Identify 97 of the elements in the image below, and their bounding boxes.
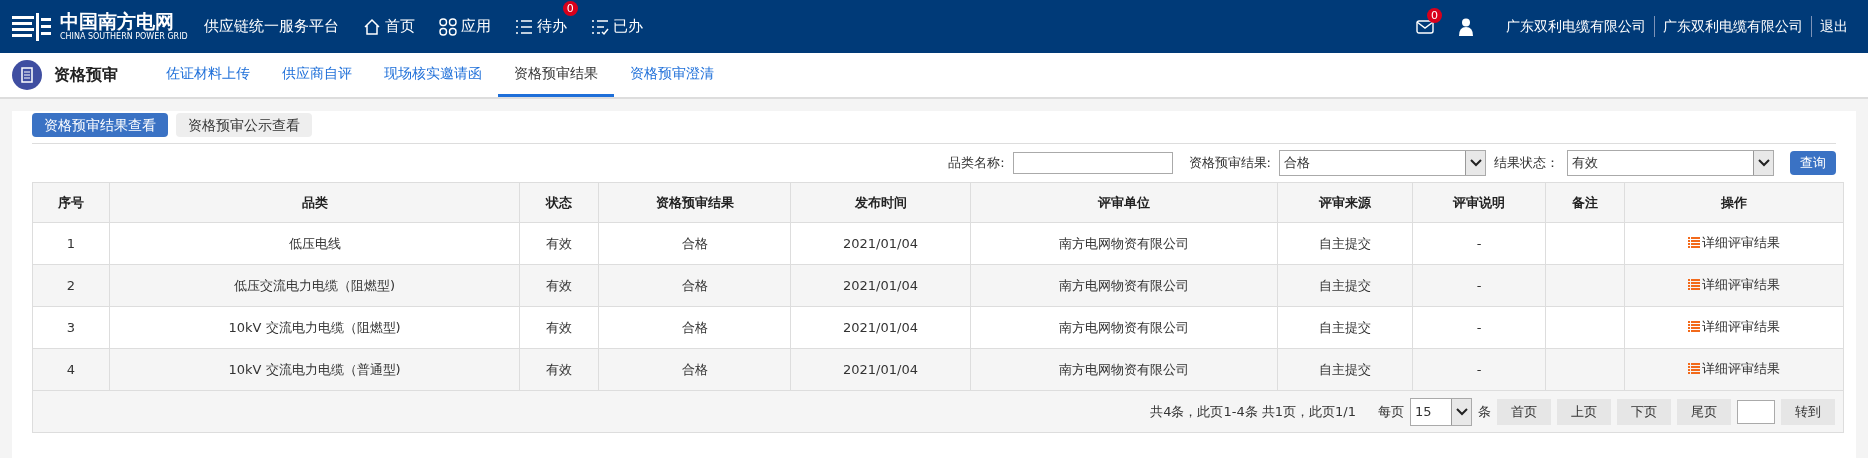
column-header: 评审单位: [970, 182, 1278, 223]
table-cell: 有效: [519, 348, 599, 391]
view-button[interactable]: 资格预审公示查看: [176, 113, 312, 137]
pager-summary: 共4条，此页1-4条 共1页，此页1/1: [1150, 402, 1356, 421]
table-cell: 南方电网物资有限公司: [970, 348, 1278, 391]
detail-link[interactable]: 详细评审结果: [1688, 317, 1780, 337]
document-icon: [12, 60, 42, 90]
list-icon: [1688, 237, 1700, 249]
result-select[interactable]: 合格: [1279, 150, 1486, 176]
table-cell: 2021/01/04: [790, 264, 971, 307]
table-cell: 有效: [519, 264, 599, 307]
nav-link[interactable]: 应用: [438, 15, 491, 38]
count-badge: 0: [1427, 7, 1442, 23]
category-input[interactable]: [1012, 152, 1173, 174]
status-select[interactable]: 有效: [1567, 150, 1774, 176]
column-header: 发布时间: [790, 182, 971, 223]
table-cell: 自主提交: [1277, 264, 1413, 307]
header-link[interactable]: 广东双利电缆有限公司: [1498, 16, 1654, 37]
per-page-unit: 条: [1478, 402, 1491, 421]
checklist-icon: [590, 17, 609, 36]
go-button[interactable]: 转到: [1781, 398, 1835, 425]
table-cell: -: [1412, 306, 1546, 349]
filter-label: 品类名称:: [948, 154, 1005, 173]
table-cell: 2021/01/04: [790, 306, 971, 349]
filter-label: 结果状态：: [1494, 154, 1559, 173]
page-button[interactable]: 首页: [1497, 398, 1551, 425]
nav-tab[interactable]: 供应商自评: [266, 53, 368, 97]
nav-link[interactable]: 首页: [362, 15, 415, 38]
home-icon: [362, 17, 381, 36]
table-cell: 有效: [519, 306, 599, 349]
column-header: 评审说明: [1412, 182, 1546, 223]
nav-tab[interactable]: 佐证材料上传: [150, 53, 266, 97]
platform-title: 供应链统一服务平台: [203, 16, 339, 38]
table-cell: 合格: [598, 306, 791, 349]
chevron-down-icon: [1757, 159, 1770, 167]
list-icon: [514, 17, 533, 36]
table-cell: 10kV 交流电力电缆（普通型): [109, 348, 520, 391]
detail-link[interactable]: 详细评审结果: [1688, 275, 1780, 295]
query-button[interactable]: 查询: [1790, 151, 1836, 175]
logo-title: 中国南方电网: [60, 12, 175, 31]
list-icon: [1688, 279, 1700, 291]
user-icon[interactable]: [1458, 17, 1474, 36]
table-cell: 南方电网物资有限公司: [970, 222, 1278, 265]
table-cell: 2: [32, 264, 110, 307]
logo-subtitle: CHINA SOUTHERN POWER GRID: [60, 33, 188, 41]
table-cell: 合格: [598, 348, 791, 391]
table-cell: -: [1412, 264, 1546, 307]
table-cell: 1: [32, 222, 110, 265]
table-cell: 低压电线: [109, 222, 520, 265]
table-cell: 合格: [598, 264, 791, 307]
header-link[interactable]: 广东双利电缆有限公司: [1654, 16, 1811, 37]
detail-link[interactable]: 详细评审结果: [1688, 233, 1780, 253]
page-button[interactable]: 下页: [1617, 398, 1671, 425]
table-cell: 有效: [519, 222, 599, 265]
module-title: 资格预审: [54, 64, 118, 86]
table-cell: -: [1412, 222, 1546, 265]
per-page-label: 每页: [1378, 402, 1404, 421]
column-header: 评审来源: [1277, 182, 1413, 223]
logo-icon: [12, 11, 52, 42]
detail-link[interactable]: 详细评审结果: [1688, 359, 1780, 379]
list-icon: [1688, 363, 1700, 375]
table-cell: 自主提交: [1277, 306, 1413, 349]
nav-link[interactable]: 已办: [590, 15, 643, 38]
mail-icon[interactable]: [1416, 19, 1434, 34]
nav-tab[interactable]: 现场核实邀请函: [368, 53, 498, 97]
per-page-select[interactable]: 15: [1410, 397, 1472, 426]
column-header: 资格预审结果: [598, 182, 791, 223]
column-header: 品类: [109, 182, 520, 223]
table-cell: 4: [32, 348, 110, 391]
page-input[interactable]: [1737, 399, 1775, 424]
nav-link[interactable]: 待办: [514, 15, 567, 38]
page-button[interactable]: 尾页: [1677, 398, 1731, 425]
chevron-down-icon: [1469, 159, 1482, 167]
table-cell: 自主提交: [1277, 348, 1413, 391]
list-icon: [1688, 321, 1700, 333]
column-header: 序号: [32, 182, 110, 223]
grid-icon: [438, 17, 457, 36]
table-cell: 自主提交: [1277, 222, 1413, 265]
table-cell: 2021/01/04: [790, 348, 971, 391]
table-cell: 南方电网物资有限公司: [970, 306, 1278, 349]
column-header: 状态: [519, 182, 599, 223]
column-header: 备注: [1545, 182, 1625, 223]
table-cell: 2021/01/04: [790, 222, 971, 265]
table-cell: 合格: [598, 222, 791, 265]
table-cell: 3: [32, 306, 110, 349]
column-header: 操作: [1624, 182, 1844, 223]
view-button[interactable]: 资格预审结果查看: [32, 113, 168, 137]
page-button[interactable]: 上页: [1557, 398, 1611, 425]
count-badge: 0: [562, 1, 578, 17]
filter-label: 资格预审结果:: [1188, 154, 1271, 173]
nav-tab[interactable]: 资格预审澄清: [614, 53, 730, 97]
chevron-down-icon: [1455, 407, 1468, 416]
table-cell: 10kV 交流电力电缆（阻燃型): [109, 306, 520, 349]
table-cell: -: [1412, 348, 1546, 391]
header-link[interactable]: 退出: [1811, 16, 1856, 37]
table-cell: 低压交流电力电缆（阻燃型): [109, 264, 520, 307]
table-cell: 南方电网物资有限公司: [970, 264, 1278, 307]
